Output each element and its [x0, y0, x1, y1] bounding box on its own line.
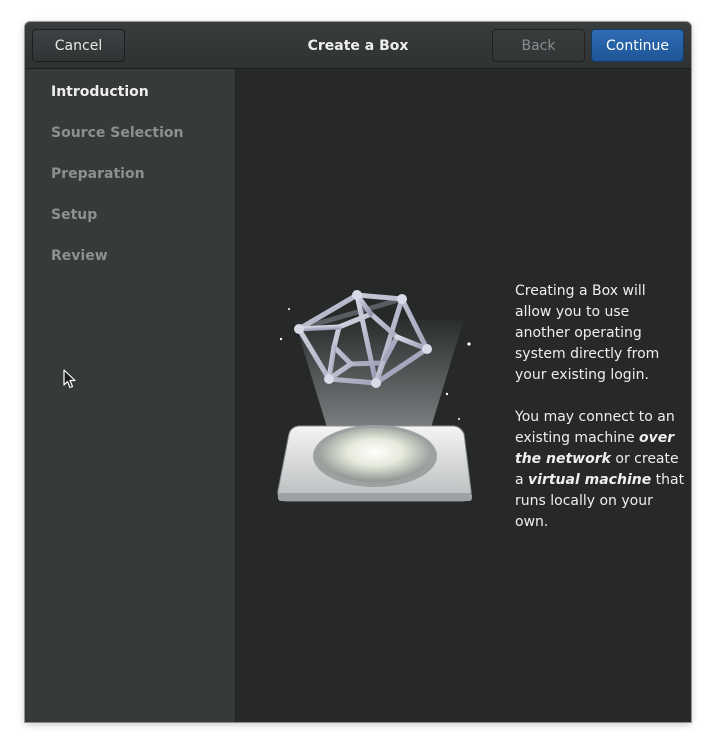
virtual-machine-emphasis: virtual machine [528, 472, 652, 488]
intro-content: Creating a Box will allow you to use ano… [236, 69, 691, 722]
continue-button[interactable]: Continue [591, 29, 684, 62]
header-bar: Cancel Create a Box Back Continue [25, 22, 691, 69]
dialog-title: Create a Box [307, 37, 409, 54]
create-box-dialog: Cancel Create a Box Back Continue Introd… [25, 22, 691, 722]
step-source-selection: Source Selection [51, 125, 184, 141]
mouse-pointer-icon [63, 369, 76, 389]
intro-description: Creating a Box will allow you to use ano… [515, 281, 685, 533]
tesseract-projector-icon [277, 290, 472, 502]
step-setup: Setup [51, 207, 98, 223]
step-review: Review [51, 248, 108, 264]
cancel-button[interactable]: Cancel [32, 29, 125, 62]
intro-paragraph-2: You may connect to an existing machine o… [515, 407, 685, 533]
intro-paragraph-1: Creating a Box will allow you to use ano… [515, 283, 660, 383]
back-button[interactable]: Back [492, 29, 585, 62]
step-introduction: Introduction [51, 84, 149, 100]
step-preparation: Preparation [51, 166, 145, 182]
wizard-steps-sidebar: Introduction Source Selection Preparatio… [25, 69, 236, 722]
